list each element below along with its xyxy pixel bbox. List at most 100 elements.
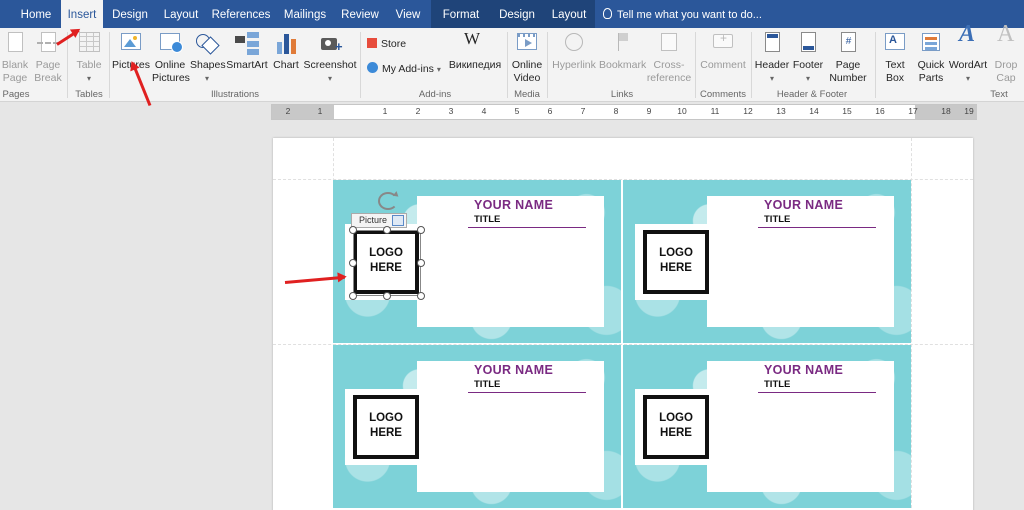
rotate-handle-icon[interactable]: [378, 192, 398, 210]
online-video-button[interactable]: Online Video: [510, 30, 544, 85]
card-title[interactable]: TITLE: [474, 379, 500, 390]
lightbulb-icon: [603, 8, 612, 19]
tab-picture-format[interactable]: Format: [436, 0, 486, 28]
ruler-number: 19: [964, 106, 974, 116]
group-label-illustrations: Illustrations: [210, 89, 260, 100]
business-card[interactable]: YOUR NAME TITLE LOGO HERE: [333, 345, 621, 508]
card-title[interactable]: TITLE: [474, 214, 500, 225]
screenshot-label: Screenshot: [303, 59, 357, 71]
picture-selection-frame[interactable]: [349, 226, 425, 300]
logo-text-2: HERE: [370, 427, 402, 439]
resize-handle[interactable]: [349, 292, 357, 300]
footer-button[interactable]: Footer ▾: [790, 30, 826, 85]
resize-handle[interactable]: [383, 292, 391, 300]
ruler-number: 9: [646, 106, 652, 116]
shapes-button[interactable]: Shapes ▾: [190, 30, 226, 85]
business-card[interactable]: YOUR NAME TITLE LOGO HERE: [623, 345, 911, 508]
my-addins-button[interactable]: My Add-ins ▾: [367, 62, 441, 77]
screenshot-button[interactable]: + Screenshot ▾: [303, 30, 357, 85]
hyperlink-button[interactable]: Hyperlink: [550, 30, 598, 72]
tab-review[interactable]: Review: [337, 0, 383, 28]
chart-button[interactable]: Chart: [270, 30, 302, 72]
tab-mailings[interactable]: Mailings: [279, 0, 331, 28]
picture-anchor-label: Picture: [351, 213, 407, 228]
drop-cap-icon: A: [997, 21, 1015, 47]
quick-parts-button[interactable]: Quick Parts: [913, 30, 949, 85]
tab-home[interactable]: Home: [12, 0, 60, 28]
horizontal-ruler[interactable]: 2 1 1 2 3 4 5 6 7 8 9 10 11 12 13 14 15 …: [271, 104, 977, 120]
group-label-tables: Tables: [75, 89, 103, 100]
logo-placeholder[interactable]: LOGO HERE: [643, 395, 709, 459]
online-pictures-label-1: Online: [154, 59, 186, 71]
text-box-label-1: Text: [885, 59, 905, 71]
resize-handle[interactable]: [383, 226, 391, 234]
drop-cap-button[interactable]: A Drop Cap: [990, 21, 1022, 85]
resize-handle[interactable]: [417, 259, 425, 267]
card-title[interactable]: TITLE: [764, 379, 790, 390]
smartart-button[interactable]: SmartArt: [226, 30, 268, 72]
tell-me-text: Tell me what you want to do...: [617, 9, 762, 21]
resize-handle[interactable]: [417, 292, 425, 300]
card-text-panel: [707, 196, 894, 327]
card-text-panel: [417, 196, 604, 327]
logo-placeholder[interactable]: LOGO HERE: [643, 230, 709, 294]
shapes-icon: [195, 30, 220, 57]
word-window: Home Insert Design Layout References Mai…: [0, 0, 1024, 510]
page-break-label-1: Page: [35, 59, 61, 71]
table-button[interactable]: Table ▾: [74, 30, 104, 85]
card-name[interactable]: YOUR NAME: [474, 198, 553, 212]
logo-text-2: HERE: [660, 427, 692, 439]
tell-me-search[interactable]: Tell me what you want to do...: [603, 0, 762, 28]
cross-reference-label-2: reference: [646, 72, 692, 84]
online-pictures-label-2: Pictures: [152, 72, 190, 84]
tab-view[interactable]: View: [389, 0, 427, 28]
ruler-number: 8: [613, 106, 619, 116]
tab-layout[interactable]: Layout: [158, 0, 204, 28]
card-name[interactable]: YOUR NAME: [474, 363, 553, 377]
header-label: Header: [754, 59, 790, 71]
tab-table-layout[interactable]: Layout: [546, 0, 592, 28]
layout-options-icon[interactable]: [392, 215, 404, 226]
logo-placeholder[interactable]: LOGO HERE: [353, 395, 419, 459]
logo-text-1: LOGO: [369, 412, 403, 424]
text-box-button[interactable]: Text Box: [878, 30, 912, 85]
ruler-number: 3: [448, 106, 454, 116]
card-title[interactable]: TITLE: [764, 214, 790, 225]
blank-page-label-1: Blank: [1, 59, 29, 71]
page-break-button[interactable]: Page Break: [33, 30, 63, 85]
wikipedia-label: Википедия: [448, 59, 502, 71]
wikipedia-button[interactable]: W Википедия: [446, 30, 504, 72]
ruler-number: 10: [677, 106, 687, 116]
group-separator: [875, 32, 876, 98]
cross-reference-button[interactable]: Cross- reference: [646, 30, 692, 85]
chevron-down-icon: ▾: [86, 74, 91, 83]
card-name[interactable]: YOUR NAME: [764, 198, 843, 212]
tab-table-design[interactable]: Design: [494, 0, 540, 28]
comment-icon: [711, 30, 735, 57]
resize-handle[interactable]: [417, 226, 425, 234]
online-pictures-button[interactable]: Online Pictures: [152, 30, 190, 85]
wordart-button[interactable]: A WordArt ▾: [947, 22, 989, 85]
online-video-label-1: Online: [511, 59, 543, 71]
business-card[interactable]: YOUR NAME TITLE LOGO HERE: [623, 180, 911, 343]
tab-insert[interactable]: Insert: [61, 0, 103, 29]
card-name[interactable]: YOUR NAME: [764, 363, 843, 377]
ruler-number: 13: [776, 106, 786, 116]
document-page[interactable]: YOUR NAME TITLE LOGO HERE YOUR NAME TITL…: [273, 138, 973, 510]
page-number-button[interactable]: # Page Number: [826, 30, 870, 85]
comment-button[interactable]: Comment: [698, 30, 748, 72]
tab-references[interactable]: References: [210, 0, 272, 28]
resize-handle[interactable]: [349, 226, 357, 234]
resize-handle[interactable]: [349, 259, 357, 267]
cross-reference-label-1: Cross-: [653, 59, 685, 71]
store-button[interactable]: Store: [367, 37, 406, 51]
chart-icon: [274, 30, 298, 57]
bookmark-label: Bookmark: [599, 59, 647, 71]
bookmark-button[interactable]: Bookmark: [599, 30, 647, 72]
header-button[interactable]: Header ▾: [753, 30, 791, 85]
blank-page-button[interactable]: Blank Page: [1, 30, 29, 85]
tab-design[interactable]: Design: [108, 0, 152, 28]
header-icon: [760, 30, 784, 57]
group-label-text: Text: [990, 89, 1008, 100]
ribbon-tab-bar: Home Insert Design Layout References Mai…: [0, 0, 1024, 29]
